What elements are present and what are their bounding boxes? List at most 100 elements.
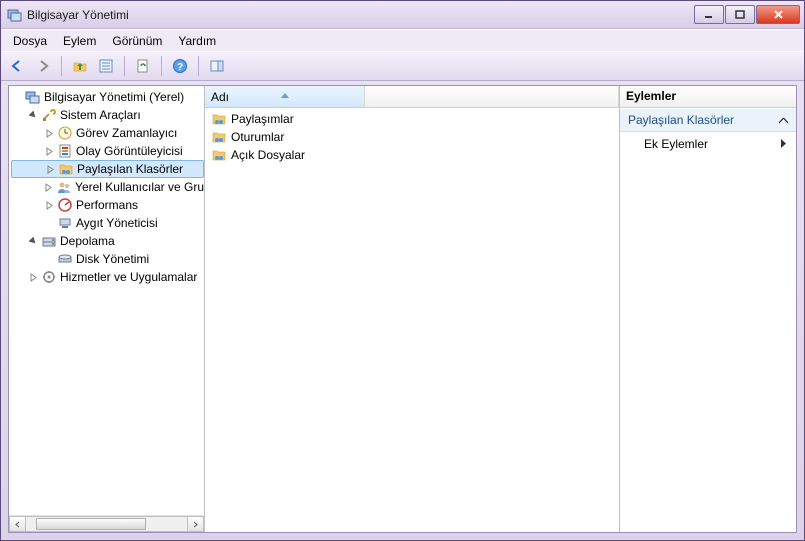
scroll-left-button[interactable] (9, 516, 26, 532)
shared-folder-icon (211, 111, 227, 127)
tree-label: Olay Görüntüleyicisi (76, 144, 183, 158)
scroll-thumb[interactable] (36, 518, 146, 530)
menu-file[interactable]: Dosya (5, 32, 55, 50)
svg-text:?: ? (177, 62, 183, 73)
expand-icon[interactable] (44, 163, 56, 175)
tree-label: Bilgisayar Yönetimi (Yerel) (44, 90, 184, 104)
submenu-icon (781, 137, 786, 151)
device-icon (57, 215, 73, 231)
clock-icon (57, 125, 73, 141)
toolbar: ? (1, 51, 804, 81)
properties-button[interactable] (94, 54, 118, 78)
event-icon (57, 143, 73, 159)
tree-system-tools[interactable]: Sistem Araçları (11, 106, 204, 124)
expand-icon (11, 91, 23, 103)
tree-label: Depolama (60, 234, 115, 248)
tree-label: Sistem Araçları (60, 108, 141, 122)
column-empty[interactable] (365, 86, 619, 107)
tree-local-users[interactable]: Yerel Kullanıcılar ve Gru (11, 178, 204, 196)
computer-icon (25, 89, 41, 105)
list-item-label: Açık Dosyalar (231, 148, 305, 162)
list-item-label: Paylaşımlar (231, 112, 294, 126)
services-icon (41, 269, 57, 285)
storage-icon (41, 233, 57, 249)
collapse-icon[interactable] (27, 109, 39, 121)
minimize-button[interactable] (694, 5, 724, 24)
performance-icon (57, 197, 73, 213)
toolbar-separator (61, 56, 62, 76)
back-button[interactable] (5, 54, 29, 78)
tree-services-apps[interactable]: Hizmetler ve Uygulamalar (11, 268, 204, 286)
expand-icon[interactable] (43, 145, 55, 157)
scroll-right-button[interactable] (187, 516, 204, 532)
column-name[interactable]: Adı (205, 86, 365, 107)
show-hide-actions-button[interactable] (205, 54, 229, 78)
list-item-open-files[interactable]: Açık Dosyalar (209, 146, 615, 164)
collapse-icon[interactable] (27, 235, 39, 247)
actions-group-header[interactable]: Paylaşılan Klasörler (620, 108, 796, 132)
tree-shared-folders[interactable]: Paylaşılan Klasörler (11, 160, 204, 178)
tree-event-viewer[interactable]: Olay Görüntüleyicisi (11, 142, 204, 160)
menu-help[interactable]: Yardım (170, 32, 224, 50)
sort-asc-icon (281, 87, 289, 101)
tree-pane: Bilgisayar Yönetimi (Yerel) Sistem Araçl… (9, 86, 205, 532)
tree-label: Yerel Kullanıcılar ve Gru (75, 180, 204, 194)
menu-view[interactable]: Görünüm (104, 32, 170, 50)
window: Bilgisayar Yönetimi Dosya Eylem Görünüm … (0, 0, 805, 541)
help-button[interactable]: ? (168, 54, 192, 78)
tree-label: Paylaşılan Klasörler (77, 162, 183, 176)
tree-device-manager[interactable]: Aygıt Yöneticisi (11, 214, 204, 232)
expand-icon[interactable] (27, 271, 39, 283)
list-header: Adı (205, 86, 619, 108)
tree-label: Performans (76, 198, 138, 212)
menu-action[interactable]: Eylem (55, 32, 104, 50)
expand-icon[interactable] (43, 127, 55, 139)
collapse-icon (779, 113, 788, 127)
shared-folder-icon (211, 129, 227, 145)
actions-group-label: Paylaşılan Klasörler (628, 113, 734, 127)
titlebar: Bilgisayar Yönetimi (1, 1, 804, 29)
disk-icon (57, 251, 73, 267)
app-icon (7, 7, 23, 23)
tree-label: Aygıt Yöneticisi (76, 216, 158, 230)
list-item-sessions[interactable]: Oturumlar (209, 128, 615, 146)
expand-icon[interactable] (43, 199, 55, 211)
tree-label: Hizmetler ve Uygulamalar (60, 270, 197, 284)
tree-label: Disk Yönetimi (76, 252, 149, 266)
list-item-label: Oturumlar (231, 130, 284, 144)
actions-header: Eylemler (620, 86, 796, 108)
forward-button[interactable] (31, 54, 55, 78)
toolbar-separator (161, 56, 162, 76)
close-button[interactable] (756, 5, 800, 24)
tree-performance[interactable]: Performans (11, 196, 204, 214)
content: Bilgisayar Yönetimi (Yerel) Sistem Araçl… (8, 85, 797, 533)
scroll-track[interactable] (26, 516, 187, 532)
list-body[interactable]: Paylaşımlar Oturumlar Açık Dosyalar (205, 108, 619, 532)
tree-root[interactable]: Bilgisayar Yönetimi (Yerel) (11, 88, 204, 106)
list-item-shares[interactable]: Paylaşımlar (209, 110, 615, 128)
horizontal-scrollbar[interactable] (9, 515, 204, 532)
tree-label: Görev Zamanlayıcı (76, 126, 177, 140)
users-icon (56, 179, 72, 195)
toolbar-separator (198, 56, 199, 76)
tree[interactable]: Bilgisayar Yönetimi (Yerel) Sistem Araçl… (9, 86, 204, 515)
expand-icon[interactable] (43, 181, 54, 193)
toolbar-separator (124, 56, 125, 76)
menubar: Dosya Eylem Görünüm Yardım (1, 29, 804, 51)
actions-pane: Eylemler Paylaşılan Klasörler Ek Eylemle… (620, 86, 796, 532)
action-more[interactable]: Ek Eylemler (620, 132, 796, 156)
expand-icon (43, 253, 55, 265)
expand-icon (43, 217, 55, 229)
window-title: Bilgisayar Yönetimi (27, 8, 693, 22)
list-pane: Adı Paylaşımlar Oturumlar Açık Dosyalar (205, 86, 620, 532)
up-button[interactable] (68, 54, 92, 78)
column-label: Adı (211, 90, 229, 104)
tree-storage[interactable]: Depolama (11, 232, 204, 250)
tree-disk-management[interactable]: Disk Yönetimi (11, 250, 204, 268)
tools-icon (41, 107, 57, 123)
refresh-button[interactable] (131, 54, 155, 78)
maximize-button[interactable] (725, 5, 755, 24)
tree-task-scheduler[interactable]: Görev Zamanlayıcı (11, 124, 204, 142)
shared-folder-icon (58, 161, 74, 177)
action-label: Ek Eylemler (644, 137, 708, 151)
